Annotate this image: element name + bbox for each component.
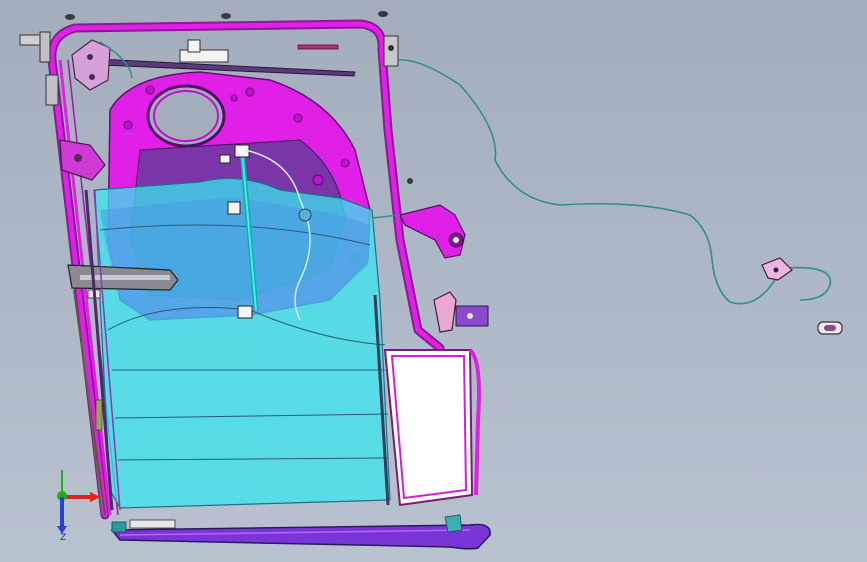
top-clip[interactable] (179, 39, 229, 63)
latch-bracket[interactable] (399, 204, 466, 259)
window-glass[interactable] (94, 177, 391, 509)
door-assembly-drawing (19, 11, 843, 550)
coordinate-triad-icon (57, 470, 100, 534)
z-axis-label: Z (60, 533, 67, 543)
upper-hinge-bracket[interactable] (71, 39, 111, 91)
bottom-sill-rail[interactable] (110, 514, 491, 550)
cad-viewport[interactable]: Z (0, 0, 867, 562)
cable-end-fitting[interactable] (761, 257, 793, 281)
quarter-glass-panel[interactable] (383, 348, 481, 507)
top-right-hinge[interactable] (383, 35, 399, 67)
striker-bracket[interactable] (433, 291, 489, 333)
loose-clip[interactable] (817, 321, 843, 335)
